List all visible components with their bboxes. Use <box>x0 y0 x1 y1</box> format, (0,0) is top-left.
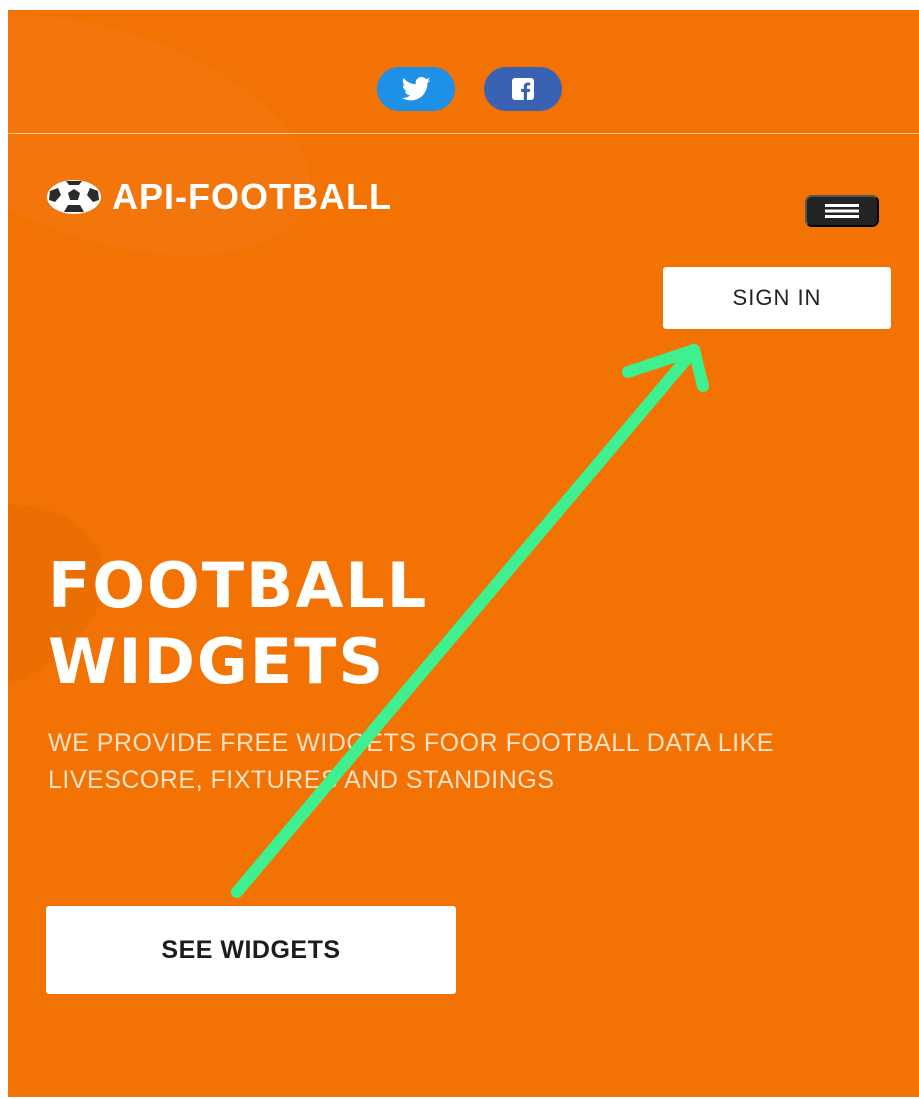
hero-subtitle: WE PROVIDE FREE WIDGETS FOOR FOOTBALL DA… <box>48 729 774 794</box>
site-logo[interactable]: API-FOOTBALL <box>46 176 392 218</box>
facebook-button[interactable] <box>484 67 562 111</box>
header-divider <box>8 133 919 134</box>
menu-toggle-button[interactable] <box>805 195 879 227</box>
hero-title-line: WIDGETS <box>48 625 386 698</box>
twitter-button[interactable] <box>377 67 455 111</box>
soccer-ball-icon <box>47 180 101 214</box>
hero-title-line: FOOTBALL <box>48 549 429 622</box>
twitter-icon <box>401 77 431 101</box>
page-frame: API-FOOTBALL SIGN IN FOOTBALL WIDGETS WE… <box>8 10 919 1097</box>
logo-text: API-FOOTBALL <box>112 176 392 217</box>
hero-title: FOOTBALL WIDGETS <box>48 548 428 700</box>
facebook-icon <box>512 78 534 100</box>
social-bar <box>8 10 919 133</box>
see-widgets-button[interactable]: SEE WIDGETS <box>46 906 456 994</box>
hamburger-menu-icon <box>825 204 859 218</box>
sign-in-button[interactable]: SIGN IN <box>663 267 891 329</box>
